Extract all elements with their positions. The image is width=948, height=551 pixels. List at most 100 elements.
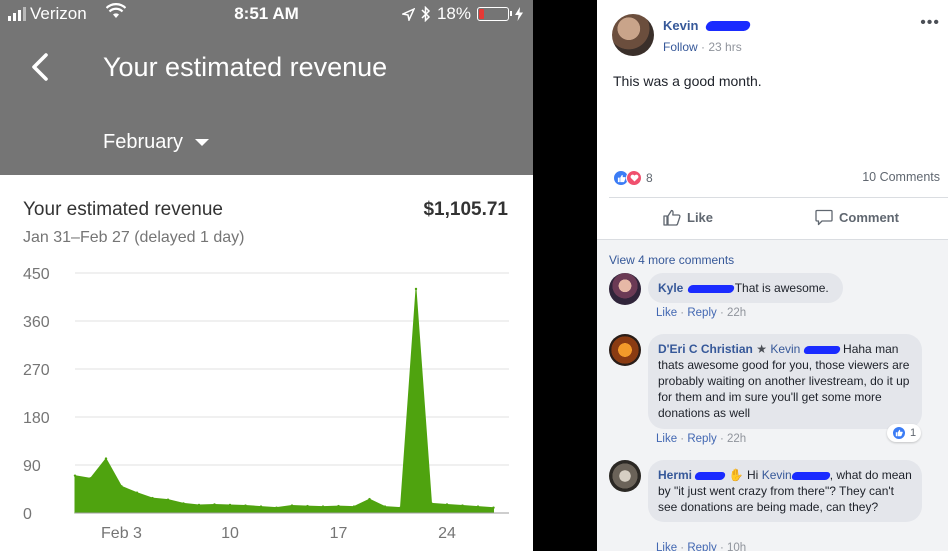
status-right: 18% [401,4,523,24]
post-author[interactable]: Kevin [663,17,752,35]
data-point [290,504,294,507]
comment-author[interactable]: D'Eri C Christian [658,342,753,356]
post-text: This was a good month. [613,73,762,89]
comment-time[interactable]: 22h [727,433,746,445]
data-point [151,496,154,500]
data-point [321,505,325,508]
data-point [89,477,92,480]
comment-reply-link[interactable]: Reply [687,433,716,445]
data-point [213,503,216,506]
comments-count[interactable]: 10 Comments [862,170,940,184]
data-point [337,504,340,508]
avatar[interactable] [609,460,641,492]
x-tick-label: 17 [330,525,348,542]
charging-bolt-icon [515,7,523,21]
data-point [352,505,356,508]
page-title: Your estimated revenue [103,52,388,82]
reaction-summary[interactable]: 8 [613,170,653,186]
data-point [166,498,170,501]
top-fan-star-icon: ★ [756,342,767,356]
comment-reply-link[interactable]: Reply [687,542,716,551]
date-range: Jan 31–Feb 27 (delayed 1 day) [23,229,245,246]
comment-greeting: Hi [747,468,759,482]
comment-like-link[interactable]: Like [656,433,677,445]
comment-mention[interactable]: Kevin [762,468,792,482]
data-point [182,502,185,505]
divider [609,197,948,198]
redaction-scribble [790,471,831,480]
comment-author[interactable]: Hermi [658,468,692,482]
revenue-area-series [74,288,494,514]
author-name[interactable]: Kevin [663,18,698,33]
comment-label: Comment [839,210,899,225]
data-point [228,503,232,507]
comment-reaction-badge[interactable]: 1 [887,424,922,442]
comment-bubble: Hermi ✋ Hi Kevin, what do mean by "it ju… [648,460,922,522]
post-time[interactable]: 23 hrs [708,40,741,54]
y-tick-label: 450 [23,266,50,283]
facebook-post: Kevin Follow · 23 hrs ••• This was a goo… [597,0,948,551]
data-point [430,502,433,505]
comment-time[interactable]: 22h [727,307,746,319]
avatar[interactable] [612,14,654,56]
comment-actions: Like · Reply · 10h [656,542,746,551]
thumbs-up-icon [663,209,681,226]
app-bar: Your estimated revenue February [0,30,533,175]
avatar[interactable] [609,334,641,366]
data-point [399,506,402,509]
redaction-scribble [704,20,752,31]
location-arrow-icon [401,7,415,21]
wave-emoji-icon: ✋ [728,468,744,482]
revenue-total: $1,105.71 [423,199,508,220]
y-tick-label: 360 [23,314,50,331]
data-point [383,505,387,508]
back-arrow-icon[interactable] [26,52,56,82]
data-point [306,504,309,508]
data-point [275,506,278,509]
comment-reaction-count: 1 [910,427,917,439]
avatar[interactable] [609,273,641,305]
like-label: Like [687,210,714,225]
y-tick-label: 0 [23,506,32,523]
data-point [104,457,108,460]
revenue-app-screenshot: Verizon 8:51 AM 18% Your estimated reven… [0,0,533,551]
data-point [244,504,247,507]
comment-mention[interactable]: Kevin [770,342,800,356]
reaction-count: 8 [646,171,653,185]
redaction-scribble [694,471,727,480]
like-button[interactable]: Like [663,209,713,226]
data-point [120,485,123,488]
redaction-scribble [802,345,841,354]
data-point [73,474,77,477]
data-point [368,497,371,501]
comment-author[interactable]: Kyle [658,281,683,295]
battery-icon [477,7,512,21]
data-point [414,287,418,291]
card-title: Your estimated revenue [23,199,223,220]
comment-like-link[interactable]: Like [656,307,677,319]
x-tick-label: 10 [221,525,239,542]
x-tick-label: 24 [438,525,456,542]
post-meta: Follow · 23 hrs [663,40,742,54]
comment-button[interactable]: Comment [815,209,899,226]
comment-like-link[interactable]: Like [656,542,677,551]
comment-time[interactable]: 10h [727,542,746,551]
follow-link[interactable]: Follow [663,40,698,54]
comment-bubble-icon [815,209,833,226]
revenue-chart: 0 90 180 270 360 450 Feb 3 10 17 24 [23,266,509,542]
comment-actions: Like · Reply · 22h [656,433,747,445]
more-options-icon[interactable]: ••• [920,14,940,32]
battery-percent: 18% [436,4,471,23]
data-point [445,503,449,506]
data-point [259,505,263,508]
comment-actions: Like · Reply · 22h [656,307,747,319]
y-tick-label: 180 [23,410,50,427]
month-selected: February [103,131,184,153]
data-point [492,506,495,509]
month-dropdown[interactable]: February [103,131,210,154]
data-point [461,504,464,507]
bluetooth-icon [421,6,431,22]
comment-reply-link[interactable]: Reply [687,307,716,319]
love-reaction-icon [626,170,642,186]
view-more-comments-link[interactable]: View 4 more comments [609,253,734,267]
